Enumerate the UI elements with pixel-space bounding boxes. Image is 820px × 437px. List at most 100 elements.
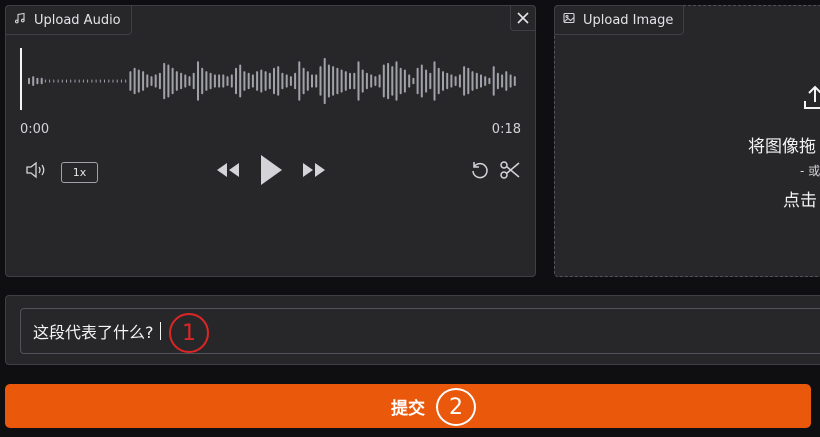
waveform-bar [264,71,267,91]
waveform-bar [112,79,114,83]
waveform-bar [66,79,67,83]
waveform-bar [209,72,212,90]
waveform-bar [129,71,132,91]
waveform-bar [425,69,428,93]
waveform-playhead[interactable] [20,48,22,110]
undo-icon [469,159,491,185]
close-icon [517,9,529,28]
play-icon [258,154,284,190]
waveform-bar [420,64,423,98]
reset-button[interactable] [468,160,492,184]
waveform-bar [475,72,478,90]
waveform-bar [32,76,35,86]
music-note-icon [14,12,26,28]
waveform-bar [180,72,183,90]
waveform-bar [327,64,330,98]
waveform-bar [471,71,474,91]
waveform-bar [433,61,436,101]
waveform-bar [120,79,122,83]
image-upload-panel[interactable]: Upload Image 将图像拖 - 或 点击 [554,5,820,277]
waveform-bar [235,67,237,95]
waveform-bar [277,66,280,96]
waveform-bar [446,72,449,90]
waveform-bar [374,76,377,86]
waveform-bar [496,72,499,90]
waveform-bar [319,66,322,96]
waveform-bar [289,76,292,86]
question-input-value: 这段代表了什么? [33,323,154,342]
waveform-bar [416,67,419,95]
waveform-bar [513,76,516,86]
text-caret [159,322,161,340]
waveform-bar [306,71,309,91]
waveform-bar [243,71,246,91]
waveform-bar [167,64,170,98]
click-upload-text[interactable]: 点击 [783,186,817,211]
waveform-bar [28,77,30,85]
audio-waveform[interactable] [20,46,522,116]
waveform-bar [74,79,76,83]
waveform-bar [251,74,254,88]
waveform-bar [302,67,305,95]
or-text: - 或 [800,164,820,178]
scissors-icon [499,159,521,185]
waveform-bar [61,79,63,83]
waveform-bar [311,74,313,88]
waveform-bar [158,72,161,90]
waveform-bar [294,72,297,90]
waveform-bar [137,69,140,93]
waveform-bar [458,74,461,88]
waveform-bar [484,76,487,86]
fast-forward-button[interactable] [300,160,328,184]
upload-image-tab: Upload Image [554,5,685,35]
waveform-bar [467,67,470,95]
waveform-bar [429,72,432,90]
waveform-bar [260,69,263,93]
waveform-bar [230,74,233,88]
waveform-bar [492,66,495,96]
waveform-bar [184,74,187,88]
waveform-bar [53,79,55,83]
waveform-bar [218,74,221,88]
waveform-bar [201,67,204,95]
upload-audio-tab: Upload Audio [5,5,132,35]
waveform-bar [378,74,381,88]
volume-button[interactable] [24,160,50,184]
trim-button[interactable] [498,160,522,184]
waveform-bar [82,79,84,83]
waveform-bar [44,79,46,83]
waveform-bar [370,74,373,88]
waveform-bar [226,76,229,86]
waveform-bar [108,79,110,83]
waveform-bar [395,61,398,101]
waveform-bar [91,79,93,83]
waveform-bar [133,67,136,95]
submit-button[interactable]: 提交 [5,384,811,428]
waveform-bar [175,71,178,91]
waveform-bar [332,66,335,96]
annotation-marker-1: 1 [169,313,209,353]
waveform-bar [150,76,153,86]
question-input[interactable]: 这段代表了什么? [20,308,820,354]
waveform-bar [40,77,43,85]
waveform-bar [256,71,259,91]
waveform-bar [57,79,59,83]
waveform-bar [213,74,216,88]
waveform-bar [99,79,101,83]
waveform-bar [315,74,318,88]
waveform-bar [442,71,444,91]
waveform-bar [78,79,80,83]
waveform-bar [205,71,208,91]
waveform-bar [154,74,157,88]
waveform-bar [399,67,402,95]
waveform-bar [361,69,364,93]
rewind-button[interactable] [214,160,242,184]
playback-speed-button[interactable]: 1x [61,162,98,183]
upload-icon [803,84,820,114]
waveform-bar [285,74,288,88]
close-audio-button[interactable] [510,5,536,31]
upload-image-label: Upload Image [583,12,674,28]
waveform-bar [505,71,508,91]
play-button[interactable] [256,154,286,190]
waveform-bar [125,79,127,83]
